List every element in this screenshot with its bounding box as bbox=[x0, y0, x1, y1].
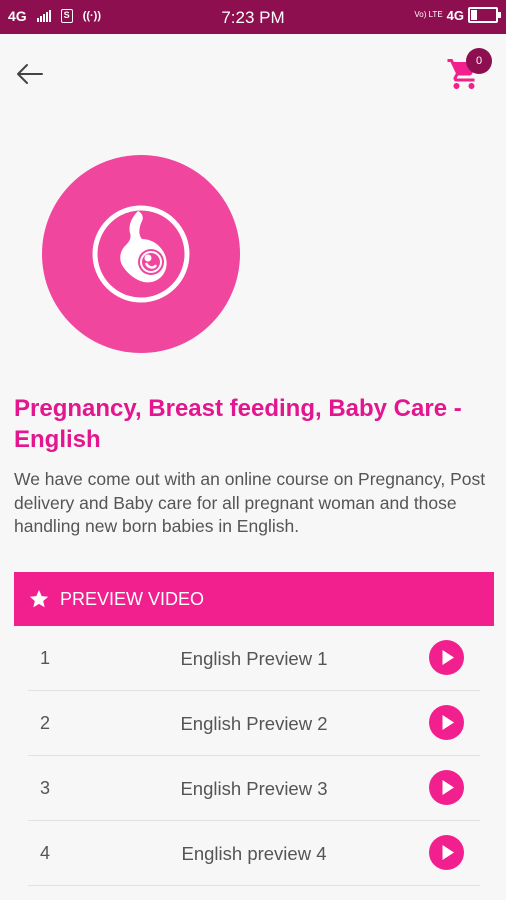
preview-title: English Preview 2 bbox=[180, 713, 328, 734]
arrow-left-icon bbox=[17, 64, 43, 84]
preview-title: English Preview 3 bbox=[180, 778, 328, 799]
status-bar: 4G S ((·)) 7:23 PM Vo) LTE 4G bbox=[0, 0, 506, 34]
pregnancy-icon bbox=[92, 205, 190, 303]
play-button[interactable] bbox=[429, 835, 464, 870]
play-icon bbox=[442, 780, 454, 795]
course-logo bbox=[42, 155, 240, 353]
volte-indicator: Vo) LTE bbox=[414, 10, 443, 19]
cart-count-badge: 0 bbox=[466, 48, 492, 74]
play-icon bbox=[442, 650, 454, 665]
preview-title: English preview 4 bbox=[181, 843, 327, 864]
preview-title: English Preview 1 bbox=[180, 648, 328, 669]
star-icon bbox=[29, 589, 49, 608]
preview-video-header: PREVIEW VIDEO bbox=[14, 572, 494, 626]
play-icon bbox=[442, 845, 454, 860]
course-description: We have come out with an online course o… bbox=[14, 469, 486, 536]
play-button[interactable] bbox=[429, 770, 464, 805]
back-button[interactable] bbox=[14, 58, 46, 90]
play-button[interactable] bbox=[429, 705, 464, 740]
preview-list: 1 English Preview 1 2 English Preview 2 … bbox=[28, 626, 480, 886]
preview-row[interactable]: 2 English Preview 2 bbox=[28, 691, 480, 756]
preview-row[interactable]: 4 English preview 4 bbox=[28, 821, 480, 886]
course-title: Pregnancy, Breast feeding, Baby Care - E… bbox=[14, 395, 462, 453]
battery-icon bbox=[468, 7, 501, 23]
preview-video-label: PREVIEW VIDEO bbox=[60, 588, 205, 609]
play-icon bbox=[442, 715, 454, 730]
preview-row[interactable]: 3 English Preview 3 bbox=[28, 756, 480, 821]
network-type-right: 4G bbox=[446, 7, 464, 23]
play-button[interactable] bbox=[429, 640, 464, 675]
preview-row[interactable]: 1 English Preview 1 bbox=[28, 626, 480, 691]
